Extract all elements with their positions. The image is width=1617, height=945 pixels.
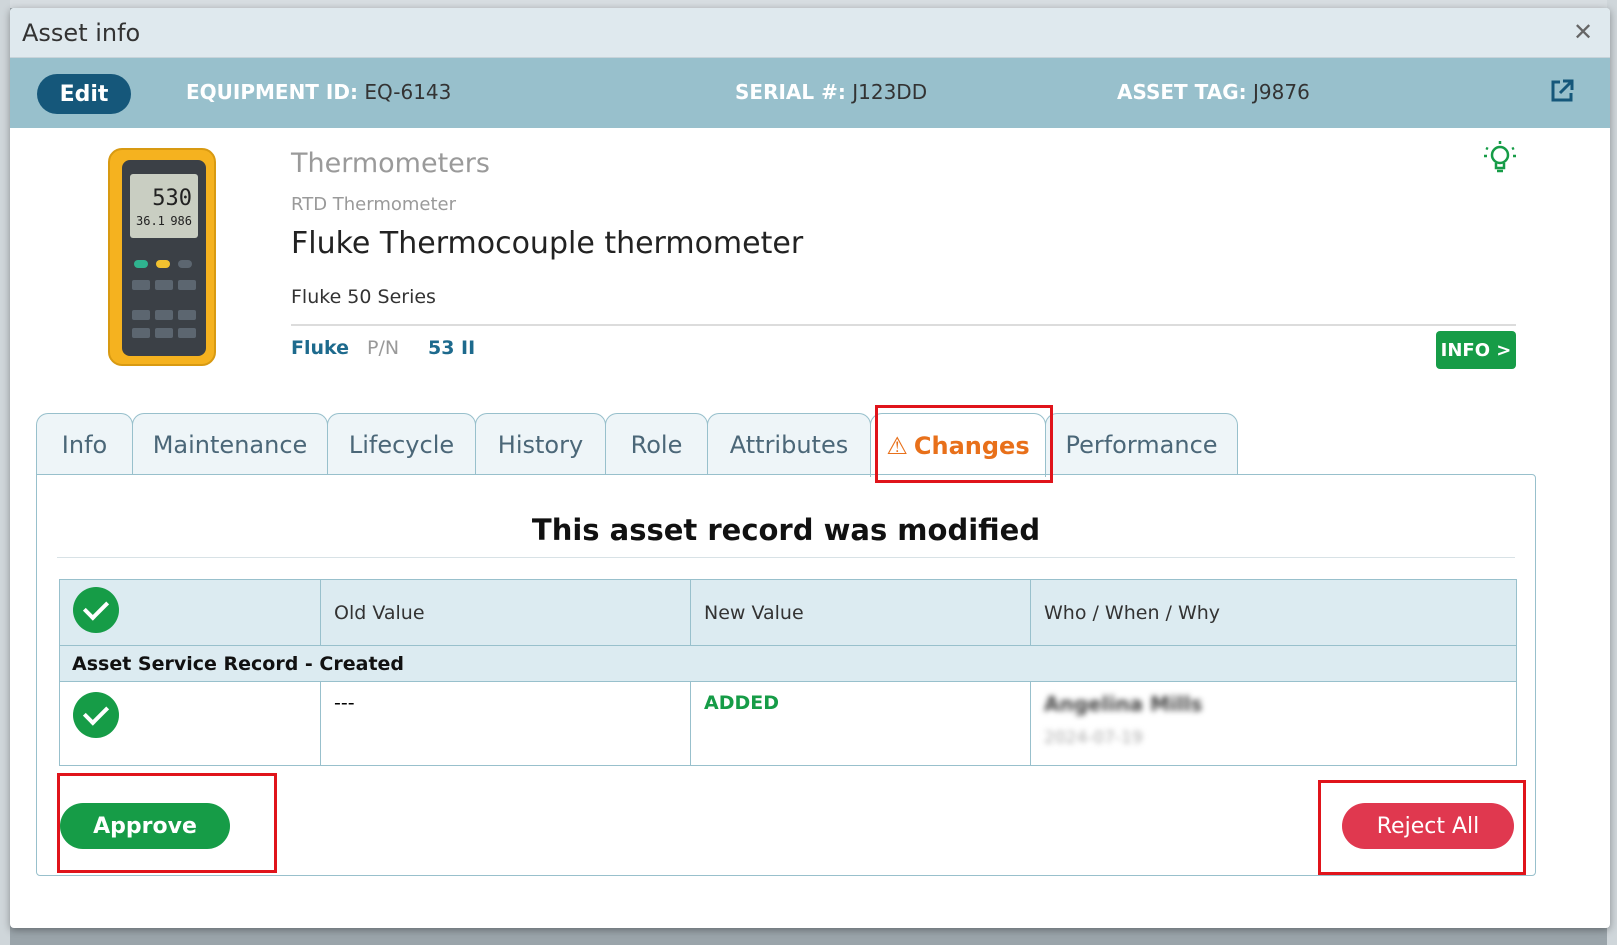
group-label: Asset Service Record - Created (59, 645, 1517, 682)
changes-panel: This asset record was modified Old Value… (36, 474, 1536, 876)
select-all-cell (59, 579, 321, 646)
asset-tag-value: J9876 (1253, 80, 1310, 104)
tab-role[interactable]: Role (605, 413, 708, 475)
table-row: --- ADDED Angelina Mills 2024-07-19 (59, 681, 1517, 766)
display-sub-left: 36.1 (136, 214, 165, 228)
info-button[interactable]: INFO > (1436, 331, 1516, 369)
warning-icon: ⚠ (886, 431, 908, 460)
table-header-row: Old Value New Value Who / When / Why (59, 579, 1517, 646)
product-category: Thermometers (291, 148, 490, 179)
serial-value: J123DD (852, 80, 928, 104)
changed-date: 2024-07-19 (1044, 728, 1143, 748)
tab-label: Maintenance (152, 430, 308, 459)
tab-info[interactable]: Info (36, 413, 133, 475)
changed-by-name: Angelina Mills (1044, 692, 1203, 716)
column-header-old-value: Old Value (320, 579, 691, 646)
product-series: Fluke 50 Series (291, 286, 436, 308)
tab-bar: Info Maintenance Lifecycle History Role … (36, 413, 1238, 477)
tab-performance[interactable]: Performance (1045, 413, 1238, 475)
changed-by-info: Angelina Mills 2024-07-19 (1044, 692, 1516, 748)
tab-lifecycle[interactable]: Lifecycle (327, 413, 476, 475)
equipment-id-label: EQUIPMENT ID: (186, 80, 358, 104)
product-subtype: RTD Thermometer (291, 194, 457, 215)
row-check-cell (59, 681, 321, 766)
select-all-check-icon[interactable] (73, 587, 119, 633)
tab-history[interactable]: History (475, 413, 606, 475)
tab-maintenance[interactable]: Maintenance (132, 413, 328, 475)
column-header-new-value: New Value (690, 579, 1031, 646)
part-number-label: P/N (367, 337, 400, 359)
tab-changes[interactable]: ⚠ Changes (870, 413, 1046, 477)
tab-label: Performance (1065, 430, 1218, 459)
serial-label: SERIAL #: (735, 80, 846, 104)
asset-info-dialog: Asset info ✕ Edit EQUIPMENT ID: EQ-6143 … (10, 8, 1610, 928)
manufacturer-link[interactable]: Fluke (291, 337, 349, 359)
tab-label: Info (61, 430, 108, 459)
external-link-icon[interactable] (1548, 77, 1576, 105)
tab-label: Attributes (729, 430, 849, 459)
background-app-strip (0, 0, 1617, 8)
display-sub-right: 986 (170, 214, 192, 228)
tab-label: History (497, 430, 584, 459)
asset-tag-label: ASSET TAG: (1117, 80, 1247, 104)
who-when-why-cell: Angelina Mills 2024-07-19 (1030, 681, 1517, 766)
old-value-cell: --- (320, 681, 691, 766)
column-header-who-when-why: Who / When / Why (1030, 579, 1517, 646)
product-name: Fluke Thermocouple thermometer (291, 226, 804, 261)
edit-button[interactable]: Edit (37, 74, 131, 114)
tab-attributes[interactable]: Attributes (707, 413, 871, 475)
changes-heading: This asset record was modified (531, 513, 1041, 547)
dialog-title: Asset info (22, 18, 141, 47)
product-summary: 530 36.1 986 Thermometers RTD Thermomete… (10, 128, 1610, 408)
group-row: Asset Service Record - Created (59, 645, 1517, 682)
close-icon[interactable]: ✕ (1568, 18, 1598, 47)
product-image: 530 36.1 986 (108, 148, 216, 366)
row-check-icon[interactable] (73, 692, 119, 738)
equipment-id: EQUIPMENT ID: EQ-6143 (186, 80, 451, 104)
background-app-left (0, 0, 10, 945)
approve-button[interactable]: Approve (60, 803, 230, 849)
display-main-reading: 530 (152, 186, 192, 211)
reject-all-button[interactable]: Reject All (1342, 803, 1514, 849)
equipment-id-value: EQ-6143 (364, 80, 452, 104)
part-number-link[interactable]: 53 II (428, 337, 475, 359)
asset-id-bar: Edit EQUIPMENT ID: EQ-6143 SERIAL #: J12… (10, 58, 1610, 128)
product-divider (291, 324, 1516, 326)
lightbulb-icon[interactable] (1480, 138, 1520, 178)
serial-number: SERIAL #: J123DD (735, 80, 927, 104)
tab-label: Changes (913, 431, 1030, 460)
new-value-cell: ADDED (690, 681, 1031, 766)
changes-table: Old Value New Value Who / When / Why Ass… (59, 579, 1517, 766)
tab-label: Lifecycle (348, 430, 455, 459)
dialog-titlebar: Asset info ✕ (10, 8, 1610, 58)
heading-divider (57, 557, 1515, 558)
tab-label: Role (630, 430, 683, 459)
asset-tag: ASSET TAG: J9876 (1117, 80, 1310, 104)
